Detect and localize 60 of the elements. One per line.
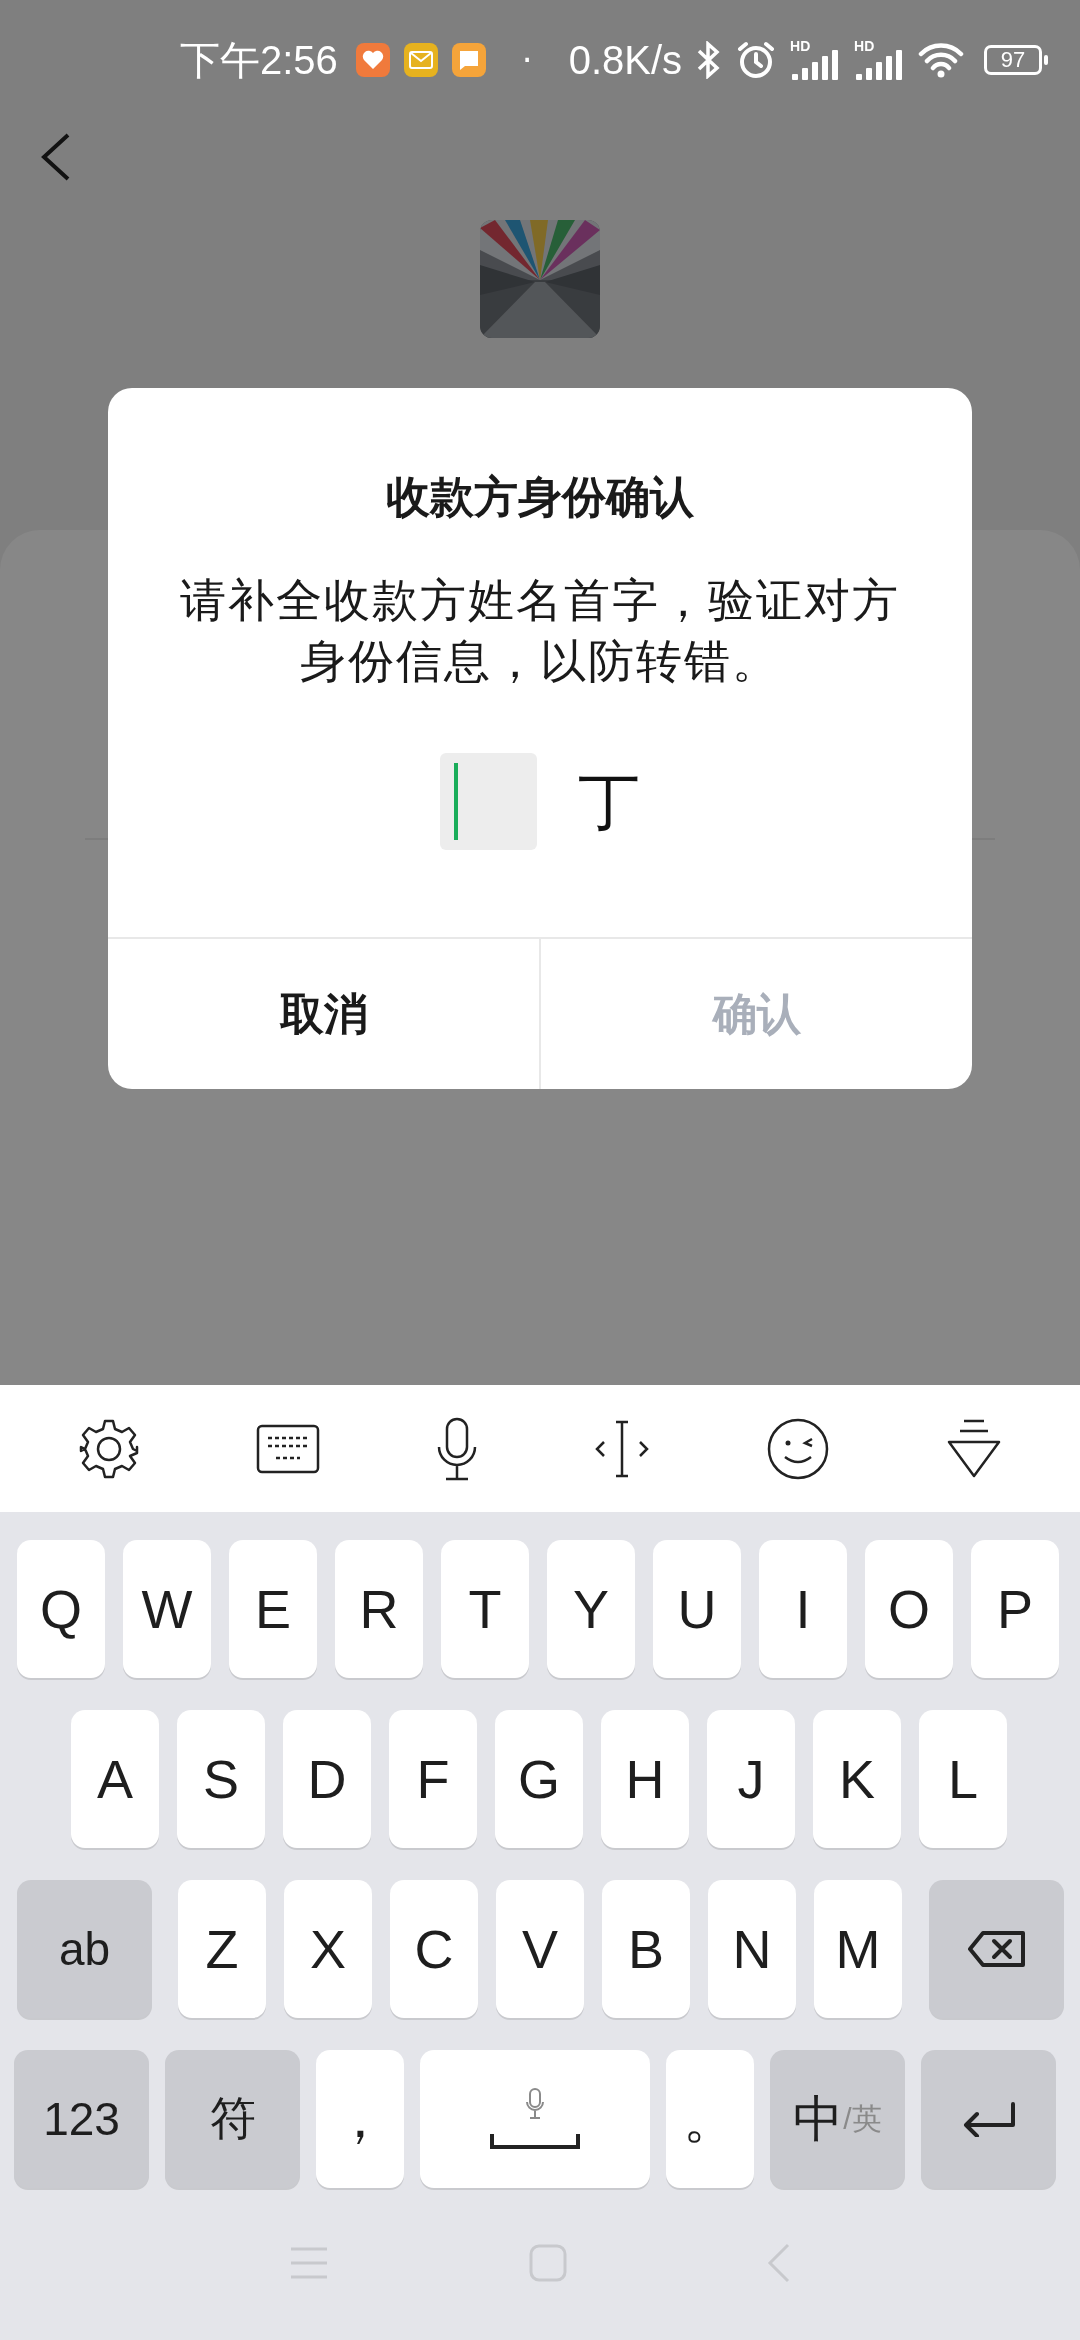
key[interactable]: B (602, 1880, 690, 2018)
settings-icon[interactable] (78, 1417, 140, 1480)
key[interactable]: W (123, 1540, 211, 1678)
name-input-field[interactable] (440, 753, 537, 850)
alarm-icon (736, 40, 777, 80)
keyboard-icon[interactable] (256, 1423, 320, 1474)
cancel-button[interactable]: 取消 (108, 939, 539, 1089)
emoji-icon[interactable] (766, 1416, 830, 1481)
message-icon (451, 43, 486, 77)
key[interactable]: M (814, 1880, 902, 2018)
cursor-move-icon[interactable] (594, 1419, 650, 1478)
backspace-icon (966, 1930, 1027, 1968)
key[interactable]: 符 (165, 2050, 300, 2188)
status-separator: · (521, 40, 533, 80)
dialog-title: 收款方身份确认 (386, 470, 694, 524)
key[interactable]: O (865, 1540, 953, 1678)
key[interactable]: P (971, 1540, 1059, 1678)
key[interactable]: F (389, 1710, 477, 1848)
wifi-icon (918, 42, 965, 78)
battery-indicator: 97 (984, 45, 1049, 75)
signal-icon (854, 50, 905, 80)
key[interactable]: V (496, 1880, 584, 2018)
key[interactable]: 123 (14, 2050, 149, 2188)
key[interactable]: R (335, 1540, 423, 1678)
key[interactable]: C (390, 1880, 478, 2018)
signal-icon (790, 50, 841, 80)
key[interactable]: D (283, 1710, 371, 1848)
key[interactable]: 。 (666, 2050, 754, 2188)
key[interactable]: H (601, 1710, 689, 1848)
collapse-keyboard-icon[interactable] (946, 1417, 1002, 1480)
space-bar-icon (489, 2132, 581, 2150)
key[interactable]: S (177, 1710, 265, 1848)
microphone-icon[interactable] (436, 1416, 478, 1481)
key[interactable]: K (813, 1710, 901, 1848)
mail-icon (403, 43, 438, 77)
backspace-key[interactable] (929, 1880, 1064, 2018)
hd-label: HD (790, 38, 811, 54)
key[interactable]: Q (17, 1540, 105, 1678)
key[interactable]: T (441, 1540, 529, 1678)
key[interactable]: L (919, 1710, 1007, 1848)
dialog-message: 请补全收款方姓名首字，验证对方身份信息，以防转错。 (179, 572, 901, 690)
key[interactable]: Y (547, 1540, 635, 1678)
hd-label: HD (854, 38, 875, 54)
key[interactable]: E (229, 1540, 317, 1678)
key[interactable]: ab (17, 1880, 152, 2018)
key[interactable]: N (708, 1880, 796, 2018)
key[interactable]: I (759, 1540, 847, 1678)
key[interactable]: X (284, 1880, 372, 2018)
key[interactable]: ， (316, 2050, 404, 2188)
status-time: 下午2:56 (180, 36, 338, 84)
name-character: 丁 (578, 763, 640, 840)
health-app-icon (355, 43, 390, 77)
network-speed: 0.8K/s (568, 37, 683, 83)
enter-key[interactable] (921, 2050, 1056, 2188)
microphone-icon (525, 2088, 545, 2120)
key[interactable]: U (653, 1540, 741, 1678)
key[interactable]: A (71, 1710, 159, 1848)
key[interactable]: G (495, 1710, 583, 1848)
key[interactable]: J (707, 1710, 795, 1848)
key[interactable]: Z (178, 1880, 266, 2018)
